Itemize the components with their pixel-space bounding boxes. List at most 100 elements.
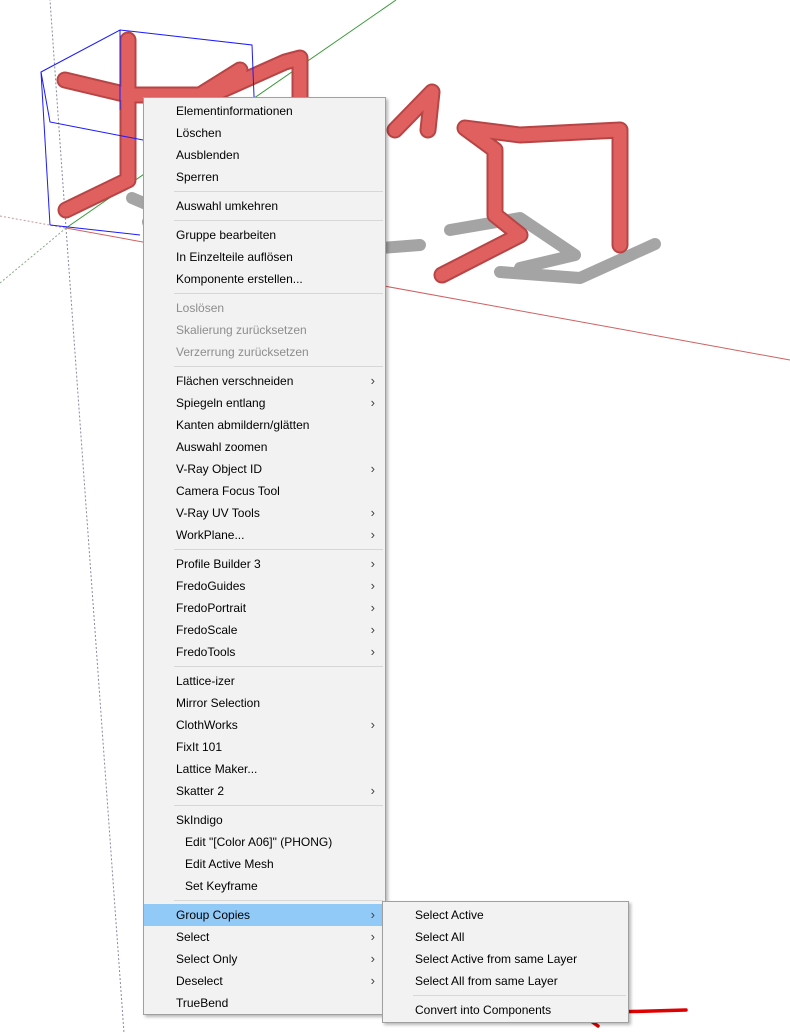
menu-item-label: Loslösen bbox=[176, 301, 225, 315]
menu-item-verzerrung-zurücksetzen: Verzerrung zurücksetzen bbox=[144, 341, 385, 363]
chevron-right-icon: › bbox=[370, 395, 375, 410]
menu-item-label: Select All from same Layer bbox=[415, 974, 558, 988]
menu-item-fixit-101[interactable]: FixIt 101 bbox=[144, 736, 385, 758]
menu-item-label: Verzerrung zurücksetzen bbox=[176, 345, 309, 359]
menu-item-label: WorkPlane... bbox=[176, 528, 245, 542]
chevron-right-icon: › bbox=[370, 373, 375, 388]
menu-item-select-all-from-same-layer[interactable]: Select All from same Layer bbox=[383, 970, 628, 992]
menu-item-label: Auswahl umkehren bbox=[176, 199, 279, 213]
menu-item-label: Gruppe bearbeiten bbox=[176, 228, 277, 242]
menu-item-ausblenden[interactable]: Ausblenden bbox=[144, 144, 385, 166]
menu-item-lattice-maker[interactable]: Lattice Maker... bbox=[144, 758, 385, 780]
menu-item-label: Elementinformationen bbox=[176, 104, 293, 118]
menu-item-spiegeln-entlang[interactable]: Spiegeln entlang › bbox=[144, 392, 385, 414]
chevron-right-icon: › bbox=[370, 600, 375, 615]
chevron-right-icon: › bbox=[370, 622, 375, 637]
menu-item-fredotools[interactable]: FredoTools › bbox=[144, 641, 385, 663]
menu-item-komponente-erstellen[interactable]: Komponente erstellen... bbox=[144, 268, 385, 290]
menu-separator bbox=[413, 995, 626, 996]
chevron-right-icon: › bbox=[370, 644, 375, 659]
menu-item-set-keyframe[interactable]: Set Keyframe bbox=[144, 875, 385, 897]
menu-item-group-copies[interactable]: Group Copies › bbox=[144, 904, 385, 926]
chevron-right-icon: › bbox=[370, 578, 375, 593]
menu-item-label: FredoScale bbox=[176, 623, 238, 637]
menu-item-label: Mirror Selection bbox=[176, 696, 261, 710]
menu-item-select-only[interactable]: Select Only › bbox=[144, 948, 385, 970]
menu-item-in-einzelteile-auflösen[interactable]: In Einzelteile auflösen bbox=[144, 246, 385, 268]
chevron-right-icon: › bbox=[370, 461, 375, 476]
menu-item-skatter-2[interactable]: Skatter 2 › bbox=[144, 780, 385, 802]
menu-item-loslösen: Loslösen bbox=[144, 297, 385, 319]
menu-item-profile-builder-3[interactable]: Profile Builder 3 › bbox=[144, 553, 385, 575]
menu-item-elementinformationen[interactable]: Elementinformationen bbox=[144, 100, 385, 122]
menu-item-workplane[interactable]: WorkPlane... › bbox=[144, 524, 385, 546]
chevron-right-icon: › bbox=[370, 527, 375, 542]
menu-item-label: Lattice-izer bbox=[176, 674, 235, 688]
menu-item-label: Deselect bbox=[176, 974, 223, 988]
red-axis-dotted bbox=[0, 215, 67, 229]
menu-item-label: Löschen bbox=[176, 126, 222, 140]
menu-item-truebend[interactable]: TrueBend bbox=[144, 992, 385, 1014]
menu-item-select-active-from-same-layer[interactable]: Select Active from same Layer bbox=[383, 948, 628, 970]
chevron-right-icon: › bbox=[370, 783, 375, 798]
menu-item-label: Select All bbox=[415, 930, 465, 944]
chevron-right-icon: › bbox=[370, 951, 375, 966]
menu-item-select-active[interactable]: Select Active bbox=[383, 904, 628, 926]
menu-item-v-ray-object-id[interactable]: V-Ray Object ID › bbox=[144, 458, 385, 480]
menu-separator bbox=[174, 366, 383, 367]
menu-item-edit-active-mesh[interactable]: Edit Active Mesh bbox=[144, 853, 385, 875]
chevron-right-icon: › bbox=[370, 556, 375, 571]
menu-item-fredoguides[interactable]: FredoGuides › bbox=[144, 575, 385, 597]
menu-item-sperren[interactable]: Sperren bbox=[144, 166, 385, 188]
menu-item-select[interactable]: Select › bbox=[144, 926, 385, 948]
menu-item-edit-color-a06-phong[interactable]: Edit "[Color A06]" (PHONG) bbox=[144, 831, 385, 853]
3d-viewport[interactable] bbox=[0, 0, 790, 1033]
chevron-right-icon: › bbox=[370, 929, 375, 944]
menu-item-label: Skalierung zurücksetzen bbox=[176, 323, 307, 337]
group-copies-submenu: Select Active Select All Select Active fro… bbox=[382, 901, 629, 1023]
menu-item-lattice-izer[interactable]: Lattice-izer bbox=[144, 670, 385, 692]
menu-item-label: V-Ray UV Tools bbox=[176, 506, 260, 520]
menu-item-gruppe-bearbeiten[interactable]: Gruppe bearbeiten bbox=[144, 224, 385, 246]
menu-item-clothworks[interactable]: ClothWorks › bbox=[144, 714, 385, 736]
chevron-right-icon: › bbox=[370, 505, 375, 520]
chevron-right-icon: › bbox=[370, 973, 375, 988]
menu-item-label: Profile Builder 3 bbox=[176, 557, 261, 571]
menu-item-label: Convert into Components bbox=[415, 1003, 552, 1017]
menu-item-skalierung-zurücksetzen: Skalierung zurücksetzen bbox=[144, 319, 385, 341]
menu-separator bbox=[174, 549, 383, 550]
menu-item-label: Kanten abmildern/glätten bbox=[176, 418, 310, 432]
menu-item-v-ray-uv-tools[interactable]: V-Ray UV Tools › bbox=[144, 502, 385, 524]
menu-item-select-all[interactable]: Select All bbox=[383, 926, 628, 948]
menu-item-auswahl-umkehren[interactable]: Auswahl umkehren bbox=[144, 195, 385, 217]
menu-item-fredoscale[interactable]: FredoScale › bbox=[144, 619, 385, 641]
menu-item-label: Select bbox=[176, 930, 210, 944]
menu-item-convert-into-components[interactable]: Convert into Components bbox=[383, 999, 628, 1021]
menu-item-löschen[interactable]: Löschen bbox=[144, 122, 385, 144]
menu-item-label: Auswahl zoomen bbox=[176, 440, 268, 454]
menu-item-auswahl-zoomen[interactable]: Auswahl zoomen bbox=[144, 436, 385, 458]
menu-item-skindigo[interactable]: SkIndigo bbox=[144, 809, 385, 831]
menu-item-camera-focus-tool[interactable]: Camera Focus Tool bbox=[144, 480, 385, 502]
menu-item-label: Sperren bbox=[176, 170, 219, 184]
menu-item-label: In Einzelteile auflösen bbox=[176, 250, 293, 264]
menu-item-mirror-selection[interactable]: Mirror Selection bbox=[144, 692, 385, 714]
menu-item-kanten-abmildern-glätten[interactable]: Kanten abmildern/glätten bbox=[144, 414, 385, 436]
menu-item-fredoportrait[interactable]: FredoPortrait › bbox=[144, 597, 385, 619]
green-axis-dotted bbox=[0, 227, 67, 284]
menu-item-label: Select Only bbox=[176, 952, 238, 966]
menu-item-label: FixIt 101 bbox=[176, 740, 223, 754]
menu-item-label: Komponente erstellen... bbox=[176, 272, 303, 286]
menu-item-label: FredoPortrait bbox=[176, 601, 247, 615]
menu-item-flächen-verschneiden[interactable]: Flächen verschneiden › bbox=[144, 370, 385, 392]
chevron-right-icon: › bbox=[370, 717, 375, 732]
menu-separator bbox=[174, 220, 383, 221]
menu-item-deselect[interactable]: Deselect › bbox=[144, 970, 385, 992]
menu-item-label: Group Copies bbox=[176, 908, 251, 922]
menu-item-label: Select Active from same Layer bbox=[415, 952, 578, 966]
context-menu: Elementinformationen Löschen Ausblenden Spe… bbox=[143, 97, 386, 1015]
menu-item-label: Skatter 2 bbox=[176, 784, 225, 798]
menu-item-label: Camera Focus Tool bbox=[176, 484, 280, 498]
menu-item-label: Set Keyframe bbox=[185, 879, 258, 893]
menu-separator bbox=[174, 900, 383, 901]
